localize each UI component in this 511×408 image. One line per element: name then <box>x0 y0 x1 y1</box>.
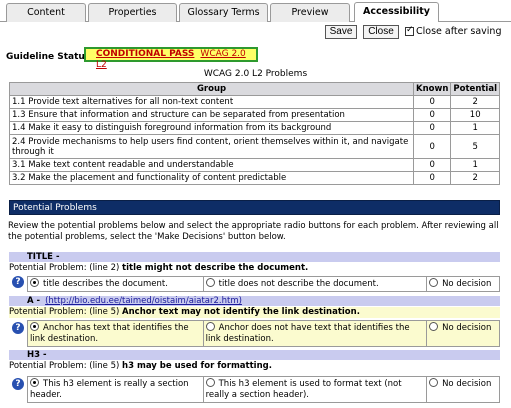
radio-icon[interactable] <box>205 378 215 387</box>
known-cell: 0 <box>413 171 452 185</box>
choice-no-decision[interactable]: No decision <box>426 320 500 347</box>
potential-cell: 2 <box>450 95 500 109</box>
choice-fail[interactable]: This h3 element is used to format text (… <box>202 376 428 403</box>
choice-pass[interactable]: This h3 element is really a section head… <box>27 376 204 403</box>
help-icon[interactable]: ? <box>12 378 24 390</box>
potential-cell: 2 <box>450 171 500 185</box>
col-header-group: Group <box>8 82 415 96</box>
choice-no-decision[interactable]: No decision <box>426 376 500 403</box>
potential-cell: 1 <box>450 121 500 135</box>
close-button[interactable]: Close <box>363 25 399 39</box>
known-cell: 0 <box>413 108 452 122</box>
instructions-text: Review the potential problems below and … <box>8 221 499 242</box>
problems-table: Group Known Potential 1.1 Provide text a… <box>8 82 500 185</box>
potential-cell: 5 <box>450 134 500 159</box>
section-heading-anchor: A - (http://bio.edu.ee/taimed/oistaim/aia… <box>9 296 500 306</box>
radio-icon[interactable] <box>429 322 439 331</box>
tab-properties[interactable]: Properties <box>88 3 177 22</box>
help-icon[interactable]: ? <box>12 322 24 334</box>
group-cell: 1.1 Provide text alternatives for all no… <box>8 95 415 109</box>
tab-content[interactable]: Content <box>6 3 86 22</box>
table-row: 1.3 Ensure that information and structur… <box>8 108 500 122</box>
guideline-status-badge: CONDITIONAL PASS WCAG 2.0 L2 <box>84 47 258 70</box>
section-heading-h3: H3 - <box>9 350 500 360</box>
radio-selected-icon[interactable] <box>30 278 39 287</box>
group-cell: 2.4 Provide mechanisms to help users fin… <box>8 134 415 159</box>
close-after-saving-label: Close after saving <box>416 26 502 37</box>
group-cell: 1.3 Ensure that information and structur… <box>8 108 415 122</box>
group-cell: 1.4 Make it easy to distinguish foregrou… <box>8 121 415 135</box>
table-row: 2.4 Provide mechanisms to help users fin… <box>8 134 500 159</box>
group-cell: 3.1 Make text content readable and under… <box>8 158 415 172</box>
section-heading-title: TITLE - <box>9 252 500 262</box>
decision-choices: This h3 element is really a section head… <box>27 376 500 403</box>
decision-choices: title describes the document. title does… <box>27 276 500 292</box>
table-row: 1.4 Make it easy to distinguish foregrou… <box>8 121 500 135</box>
section-problem-text: Potential Problem: (line 2) title might … <box>9 263 309 273</box>
radio-icon[interactable] <box>429 378 439 387</box>
tab-preview[interactable]: Preview <box>270 3 350 22</box>
tab-glossary-terms[interactable]: Glossary Terms <box>179 3 268 22</box>
potential-problems-header: Potential Problems <box>9 200 500 215</box>
known-cell: 0 <box>413 134 452 159</box>
radio-selected-icon[interactable] <box>30 322 39 331</box>
choice-fail[interactable]: Anchor does not have text that identifie… <box>202 320 428 347</box>
radio-icon[interactable] <box>205 322 215 331</box>
choice-pass[interactable]: title describes the document. <box>27 276 204 292</box>
choice-no-decision[interactable]: No decision <box>426 276 500 292</box>
status-result[interactable]: CONDITIONAL PASS <box>96 49 194 59</box>
save-button[interactable]: Save <box>325 25 357 39</box>
decision-choices: Anchor has text that identifies the link… <box>27 320 500 347</box>
guideline-status-label: Guideline Status: <box>6 52 94 62</box>
col-header-known: Known <box>413 82 452 96</box>
table-row: 3.1 Make text content readable and under… <box>8 158 500 172</box>
tab-bar: Content Properties Glossary Terms Previe… <box>0 0 511 22</box>
col-header-potential: Potential <box>450 82 500 96</box>
help-icon[interactable]: ? <box>12 276 24 288</box>
choice-fail[interactable]: title does not describe the document. <box>202 276 428 292</box>
table-row: 1.1 Provide text alternatives for all no… <box>8 95 500 109</box>
radio-selected-icon[interactable] <box>30 378 39 387</box>
radio-icon[interactable] <box>429 278 439 287</box>
known-cell: 0 <box>413 121 452 135</box>
table-row: 3.2 Make the placement and functionality… <box>8 171 500 185</box>
potential-cell: 10 <box>450 108 500 122</box>
radio-icon[interactable] <box>205 278 215 287</box>
potential-cell: 1 <box>450 158 500 172</box>
close-after-saving-checkbox[interactable] <box>405 25 414 36</box>
section-problem-text: Potential Problem: (line 5) Anchor text … <box>9 307 500 318</box>
anchor-url-link[interactable]: (http://bio.edu.ee/taimed/oistaim/aiatar… <box>45 296 242 306</box>
section-problem-text: Potential Problem: (line 5) h3 may be us… <box>9 361 272 371</box>
problems-caption: WCAG 2.0 L2 Problems <box>203 69 308 79</box>
known-cell: 0 <box>413 158 452 172</box>
group-cell: 3.2 Make the placement and functionality… <box>8 171 415 185</box>
choice-pass[interactable]: Anchor has text that identifies the link… <box>27 320 204 347</box>
known-cell: 0 <box>413 95 452 109</box>
tab-accessibility[interactable]: Accessibility <box>354 2 439 22</box>
